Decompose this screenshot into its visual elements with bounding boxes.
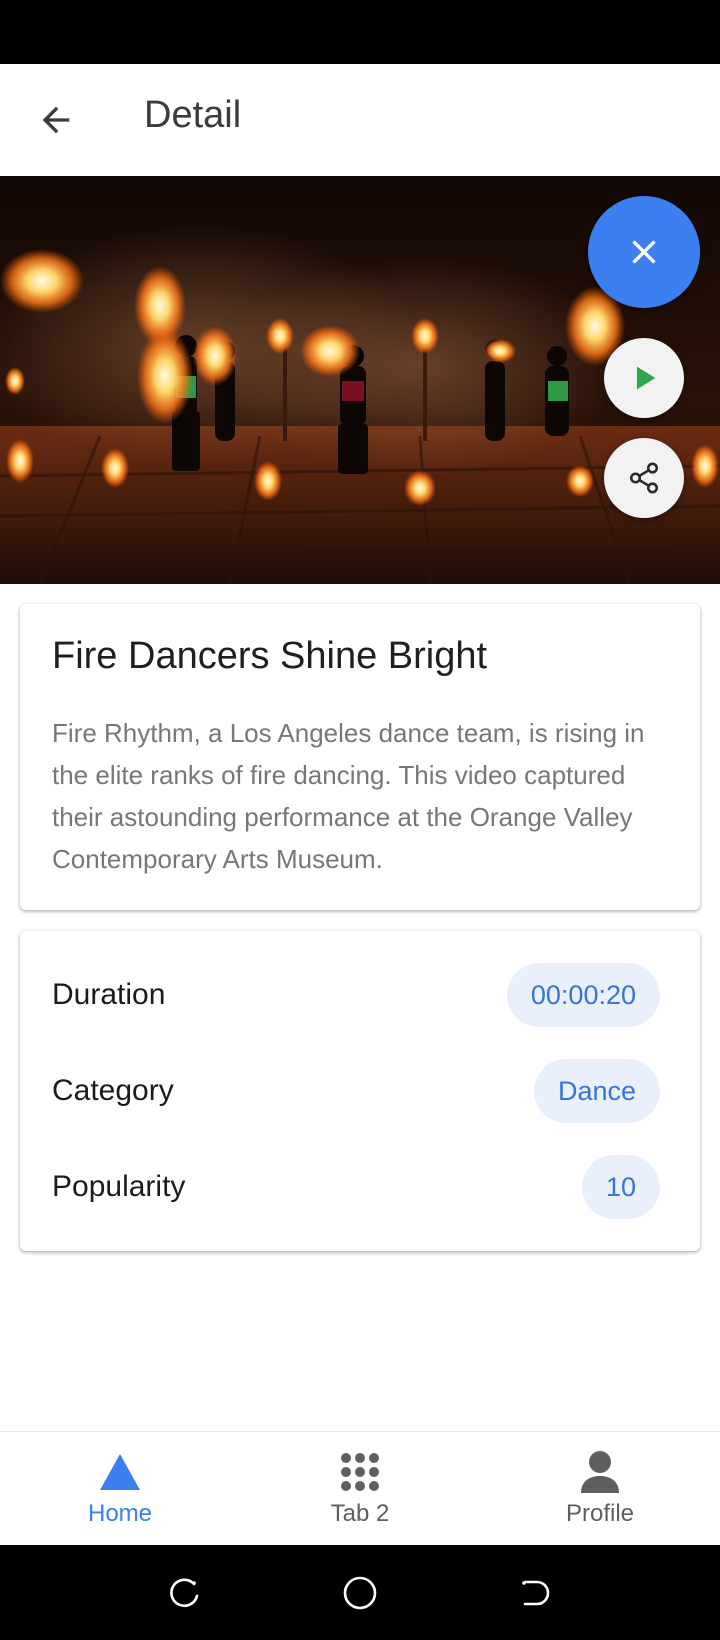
recents-button[interactable] xyxy=(156,1565,212,1621)
nav-label: Profile xyxy=(565,1500,635,1527)
nav-item-home[interactable]: Home xyxy=(30,1432,210,1546)
arrow-back-icon xyxy=(42,106,70,134)
home-circle-icon xyxy=(343,1576,377,1610)
home-triangle-icon xyxy=(100,1454,140,1490)
video-title: Fire Dancers Shine Bright xyxy=(52,635,488,677)
system-navigation-bar xyxy=(0,1545,720,1640)
popularity-chip: 10 xyxy=(581,1155,660,1219)
info-label: Popularity xyxy=(52,1170,186,1203)
close-icon xyxy=(632,240,656,264)
info-row-category: Category Dance xyxy=(52,1059,660,1123)
app-bar: Detail xyxy=(0,64,720,176)
close-button[interactable] xyxy=(588,196,700,308)
share-button[interactable] xyxy=(604,438,684,518)
duration-chip: 00:00:20 xyxy=(506,963,660,1027)
back-system-button[interactable] xyxy=(506,1565,562,1621)
nav-label: Home xyxy=(87,1500,153,1527)
person-icon xyxy=(581,1451,619,1493)
bottom-navigation: Home Tab 2 Profile xyxy=(0,1431,720,1545)
share-icon xyxy=(629,462,659,494)
info-row-popularity: Popularity 10 xyxy=(52,1155,660,1219)
nav-label: Tab 2 xyxy=(330,1500,390,1527)
page-title: Detail xyxy=(144,94,242,136)
status-bar xyxy=(0,0,720,64)
info-card: Duration 00:00:20 Category Dance Popular… xyxy=(20,931,700,1251)
info-label: Duration xyxy=(52,978,166,1011)
home-button[interactable] xyxy=(332,1565,388,1621)
info-label: Category xyxy=(52,1074,174,1107)
play-icon xyxy=(636,366,656,390)
category-chip: Dance xyxy=(533,1059,660,1123)
video-description: Fire Rhythm, a Los Angeles dance team, i… xyxy=(52,718,645,874)
nav-item-profile[interactable]: Profile xyxy=(510,1432,690,1546)
recents-icon xyxy=(170,1578,199,1608)
back-curve-icon xyxy=(522,1580,550,1606)
back-button[interactable] xyxy=(24,88,88,152)
play-button[interactable] xyxy=(604,338,684,418)
info-row-duration: Duration 00:00:20 xyxy=(52,963,660,1027)
nav-item-tab2[interactable]: Tab 2 xyxy=(270,1432,450,1546)
detail-card: Fire Dancers Shine Bright Fire Rhythm, a… xyxy=(20,604,700,910)
apps-grid-icon xyxy=(341,1453,379,1491)
